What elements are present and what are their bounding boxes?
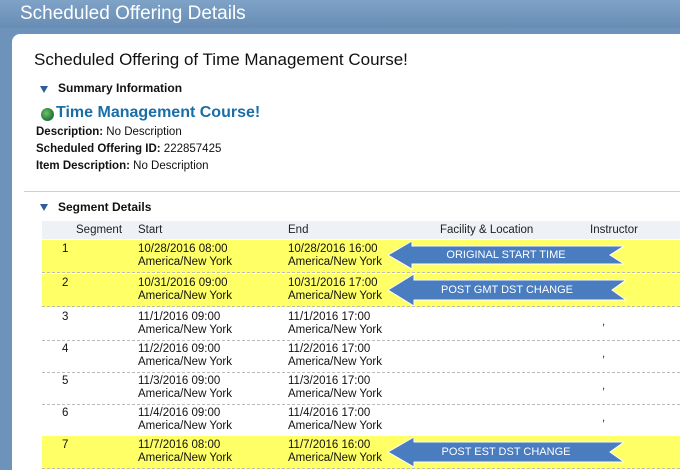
start-date: 11/2/2016 09:00	[138, 343, 221, 355]
start-timezone: America/New York	[138, 290, 232, 302]
end-timezone: America/New York	[288, 356, 382, 368]
start-timezone: America/New York	[138, 256, 232, 268]
section-divider	[24, 191, 680, 192]
col-header-facility[interactable]: Facility & Location	[440, 224, 533, 236]
start-timezone: America/New York	[138, 452, 232, 464]
col-header-instructor[interactable]: Instructor	[590, 224, 638, 236]
description-label: Description:	[36, 126, 104, 138]
start-date: 11/4/2016 09:00	[138, 407, 221, 419]
instructor-value: ,	[602, 348, 606, 360]
start-date: 11/1/2016 09:00	[138, 311, 221, 323]
segment-section-toggle[interactable]: Segment Details	[58, 200, 151, 214]
offering-id-label: Scheduled Offering ID:	[36, 143, 161, 155]
instructor-value: ,	[602, 316, 606, 328]
start-date: 10/28/2016 08:00	[138, 243, 228, 255]
callout-label: POST GMT DST CHANGE	[440, 284, 574, 296]
end-date: 11/2/2016 17:00	[288, 343, 371, 355]
callout-label: ORIGINAL START TIME	[446, 249, 566, 261]
segment-number: 1	[62, 243, 69, 255]
end-date: 10/28/2016 16:00	[288, 243, 378, 255]
segment-number: 3	[62, 311, 69, 323]
end-date: 11/3/2016 17:00	[288, 375, 371, 387]
start-timezone: America/New York	[138, 324, 232, 336]
item-description-line: Item Description: No Description	[36, 160, 209, 172]
end-timezone: America/New York	[288, 324, 382, 336]
table-row: 5 11/3/2016 09:00 America/New York 11/3/201…	[42, 372, 680, 405]
end-timezone: America/New York	[288, 256, 382, 268]
end-date: 11/7/2016 16:00	[288, 439, 371, 451]
description-value: No Description	[106, 126, 182, 138]
page-title: Scheduled Offering of Time Management Co…	[34, 50, 408, 69]
globe-icon	[41, 108, 54, 121]
end-date: 10/31/2016 17:00	[288, 277, 378, 289]
summary-section-toggle[interactable]: Summary Information	[58, 81, 182, 95]
item-description-value: No Description	[133, 160, 209, 172]
end-timezone: America/New York	[288, 420, 382, 432]
start-date: 10/31/2016 09:00	[138, 277, 228, 289]
triangle-down-icon[interactable]	[40, 86, 48, 93]
callout-post-gmt-dst: POST GMT DST CHANGE	[388, 274, 626, 306]
offering-id-line: Scheduled Offering ID: 222857425	[36, 143, 221, 155]
callout-label: POST EST DST CHANGE	[441, 446, 571, 458]
table-row: 4 11/2/2016 09:00 America/New York 11/2/201…	[42, 340, 680, 373]
end-date: 11/4/2016 17:00	[288, 407, 371, 419]
segment-number: 2	[62, 277, 69, 289]
course-name-link[interactable]: Time Management Course!	[56, 104, 260, 122]
segment-number: 5	[62, 375, 69, 387]
end-timezone: America/New York	[288, 388, 382, 400]
table-row: 3 11/1/2016 09:00 America/New York 11/1/201…	[42, 308, 680, 341]
segment-number: 6	[62, 407, 69, 419]
segment-number: 7	[62, 439, 69, 451]
instructor-value: ,	[602, 380, 606, 392]
callout-original-start-time: ORIGINAL START TIME	[388, 241, 624, 269]
start-timezone: America/New York	[138, 388, 232, 400]
start-date: 11/7/2016 08:00	[138, 439, 221, 451]
end-timezone: America/New York	[288, 452, 382, 464]
end-timezone: America/New York	[288, 290, 382, 302]
content-panel: Scheduled Offering of Time Management Co…	[12, 34, 680, 470]
start-date: 11/3/2016 09:00	[138, 375, 221, 387]
triangle-down-icon[interactable]	[40, 204, 48, 211]
item-description-label: Item Description:	[36, 160, 130, 172]
window-title: Scheduled Offering Details	[20, 3, 246, 24]
col-header-segment[interactable]: Segment	[76, 224, 122, 236]
offering-id-value: 222857425	[163, 143, 222, 155]
callout-post-est-dst: POST EST DST CHANGE	[388, 437, 624, 467]
description-line: Description: No Description	[36, 126, 182, 138]
start-timezone: America/New York	[138, 356, 232, 368]
col-header-end[interactable]: End	[288, 224, 308, 236]
end-date: 11/1/2016 17:00	[288, 311, 371, 323]
instructor-value: ,	[602, 412, 606, 424]
segment-number: 4	[62, 343, 69, 355]
table-row: 6 11/4/2016 09:00 America/New York 11/4/201…	[42, 404, 680, 437]
col-header-start[interactable]: Start	[138, 224, 162, 236]
start-timezone: America/New York	[138, 420, 232, 432]
